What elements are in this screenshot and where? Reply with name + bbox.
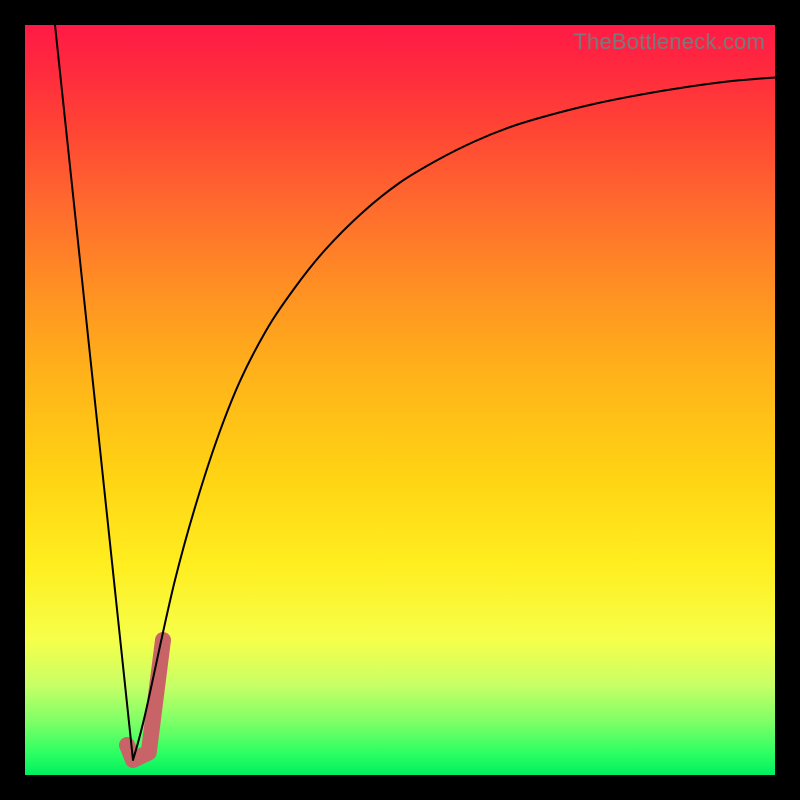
chart-frame: TheBottleneck.com [0,0,800,800]
plot-area: TheBottleneck.com [25,25,775,775]
curve-layer [25,25,775,775]
